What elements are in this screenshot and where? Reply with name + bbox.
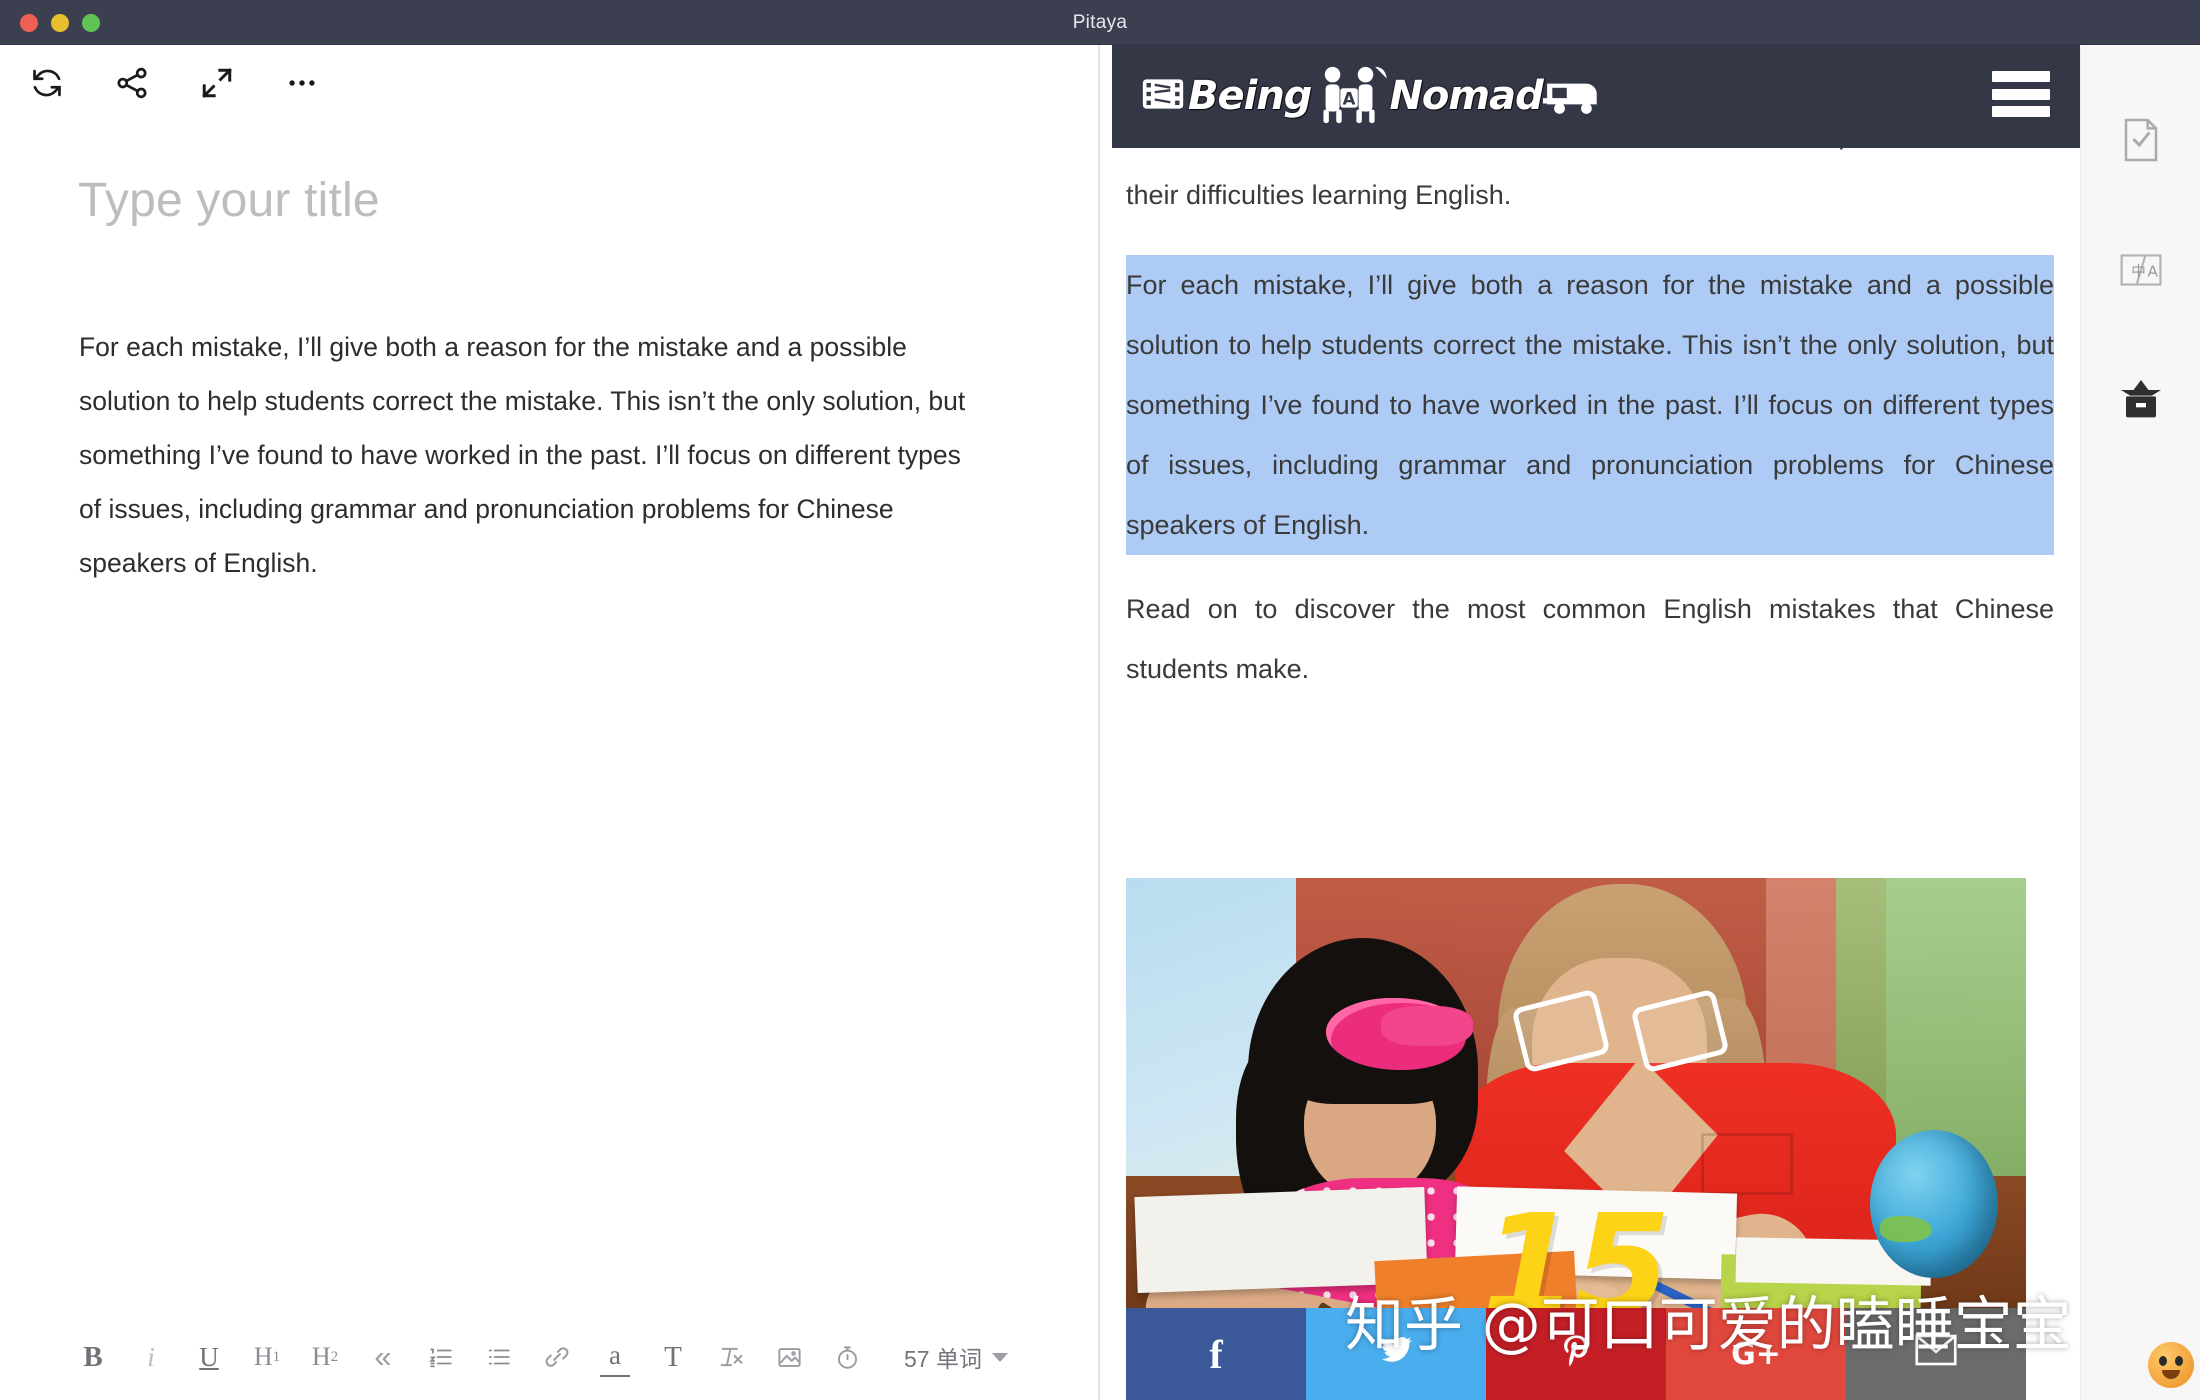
twitter-share-button[interactable] <box>1306 1308 1486 1400</box>
archive-box-icon[interactable] <box>2114 373 2168 427</box>
email-share-button[interactable] <box>1846 1308 2026 1400</box>
underline-button[interactable]: U <box>194 1337 224 1377</box>
hamburger-bar-1 <box>1992 71 2050 82</box>
web-paragraph-readon[interactable]: Read on to discover the most common Engl… <box>1126 579 2054 699</box>
glasses-lens-left <box>1511 988 1611 1074</box>
brand-text-first: Being <box>1188 73 1312 119</box>
family-figures-icon: A <box>1311 63 1389 130</box>
timer-icon[interactable] <box>832 1337 862 1377</box>
right-sidebar: 中 A <box>2080 45 2200 1400</box>
site-logo[interactable]: Being A Nomad <box>1138 63 1605 129</box>
window-titlebar: Pitaya <box>0 0 2200 45</box>
svg-text:中: 中 <box>2131 263 2146 280</box>
photo-globe <box>1870 1130 1998 1278</box>
highlight-button[interactable]: a <box>600 1337 630 1377</box>
window-title: Pitaya <box>1072 12 1128 33</box>
brand-text-second: Nomad <box>1389 73 1543 119</box>
heading2-label: H <box>311 1342 331 1371</box>
website-header: Being A Nomad <box>1112 45 2080 148</box>
hamburger-bar-2 <box>1992 88 2050 100</box>
format-toolbar: B i U H1 H2 « a T 57 单词 <box>0 1314 1098 1400</box>
app-window: Pitaya Type your title For each mistake,… <box>0 0 2200 1400</box>
bullet-list-icon[interactable] <box>484 1337 514 1377</box>
editor-pane: Type your title For each mistake, I’ll g… <box>0 45 1098 1400</box>
heading2-button[interactable]: H2 <box>310 1337 340 1377</box>
teacher-glasses-icon <box>1511 988 1730 1074</box>
heading1-sub: 1 <box>272 1348 281 1365</box>
film-strip-icon <box>1138 72 1188 121</box>
caravan-icon <box>1542 72 1605 121</box>
svg-text:A: A <box>1343 89 1356 108</box>
girl-pink-bow-center <box>1381 1006 1473 1046</box>
document-body-text[interactable]: For each mistake, I’ll give both a reaso… <box>79 320 979 590</box>
italic-button[interactable]: i <box>136 1337 166 1377</box>
blockquote-button[interactable]: « <box>368 1337 398 1377</box>
hamburger-bar-3 <box>1992 106 2050 117</box>
web-paragraph-selected[interactable]: For each mistake, I’ll give both a reaso… <box>1126 255 2054 555</box>
glasses-lens-right <box>1630 988 1730 1074</box>
word-count-dropdown[interactable]: 57 单词 <box>904 1340 1008 1374</box>
word-count-label: 57 单词 <box>904 1346 982 1372</box>
googleplus-share-button[interactable]: G+ <box>1666 1308 1846 1400</box>
heading2-sub: 2 <box>330 1348 339 1365</box>
heading1-label: H <box>253 1342 273 1371</box>
watermark-emoji-icon <box>2148 1342 2194 1388</box>
facebook-share-button[interactable]: f <box>1126 1308 1306 1400</box>
refresh-icon[interactable] <box>26 62 68 104</box>
web-preview-pane: ...to Chinese students. But students can… <box>1100 45 2080 1400</box>
document-check-icon[interactable] <box>2114 113 2168 167</box>
share-icon[interactable] <box>111 62 153 104</box>
pinterest-icon <box>1559 1331 1593 1378</box>
ordered-list-icon[interactable] <box>426 1337 456 1377</box>
pinterest-share-button[interactable] <box>1486 1308 1666 1400</box>
fullscreen-icon[interactable] <box>196 62 238 104</box>
heading1-button[interactable]: H1 <box>252 1337 282 1377</box>
link-icon[interactable] <box>542 1337 572 1377</box>
svg-text:A: A <box>2147 262 2158 280</box>
social-share-bar: f G+ <box>1126 1308 2026 1400</box>
teacher-shirt-pocket <box>1701 1133 1793 1195</box>
facebook-icon: f <box>1209 1331 1223 1377</box>
teacher-and-student-photo[interactable]: 15 <box>1126 878 2026 1326</box>
chevron-down-icon <box>991 1352 1008 1362</box>
googleplus-icon: G+ <box>1731 1336 1781 1372</box>
more-icon[interactable] <box>281 62 323 104</box>
image-icon[interactable] <box>774 1337 804 1377</box>
document-title-placeholder[interactable]: Type your title <box>78 173 380 228</box>
editor-toolbar <box>0 45 1098 120</box>
twitter-icon <box>1376 1333 1416 1376</box>
translate-icon[interactable]: 中 A <box>2114 243 2168 297</box>
hamburger-menu-icon[interactable] <box>1992 71 2050 117</box>
bold-button[interactable]: B <box>78 1337 108 1377</box>
clear-format-icon[interactable] <box>716 1337 746 1377</box>
photo-overlay-number: 15 <box>1481 1185 1671 1326</box>
text-style-button[interactable]: T <box>658 1337 688 1377</box>
envelope-icon <box>1915 1333 1957 1375</box>
